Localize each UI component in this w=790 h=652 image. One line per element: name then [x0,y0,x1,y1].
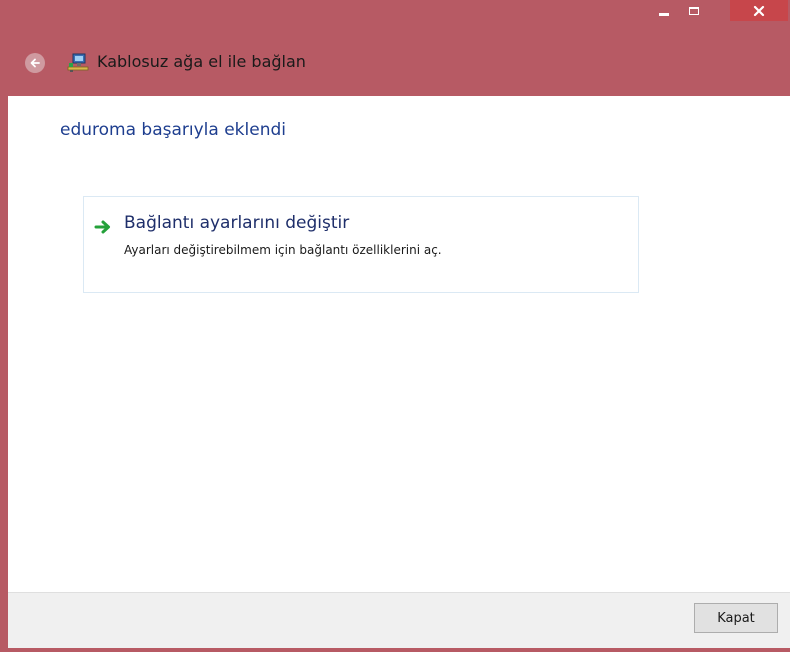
close-icon [753,5,765,16]
content-pane: eduroma başarıyla eklendi Bağlantı ayarl… [8,96,790,592]
navigation-bar: Kablosuz ağa el ile bağlan [0,44,790,90]
maximize-icon [689,6,699,15]
maximize-button[interactable] [680,0,708,21]
title-bar [0,0,790,30]
close-window-button[interactable] [730,0,788,21]
network-computer-icon [67,53,89,72]
footer-bar: Kapat [8,592,790,648]
minimize-icon [659,13,669,16]
option-description: Ayarları değiştirebilmem için bağlantı ö… [124,243,442,257]
close-button[interactable]: Kapat [694,603,778,633]
option-title: Bağlantı ayarlarını değiştir [124,213,350,233]
window-title: Kablosuz ağa el ile bağlan [97,52,306,71]
success-heading: eduroma başarıyla eklendi [60,120,286,140]
back-arrow-icon [30,58,40,68]
change-connection-settings-link[interactable]: Bağlantı ayarlarını değiştir Ayarları de… [83,196,639,293]
green-arrow-right-icon [94,220,110,234]
back-button[interactable] [25,53,45,73]
minimize-button[interactable] [650,0,678,21]
dialog-window: Kablosuz ağa el ile bağlan eduroma başar… [0,0,790,652]
